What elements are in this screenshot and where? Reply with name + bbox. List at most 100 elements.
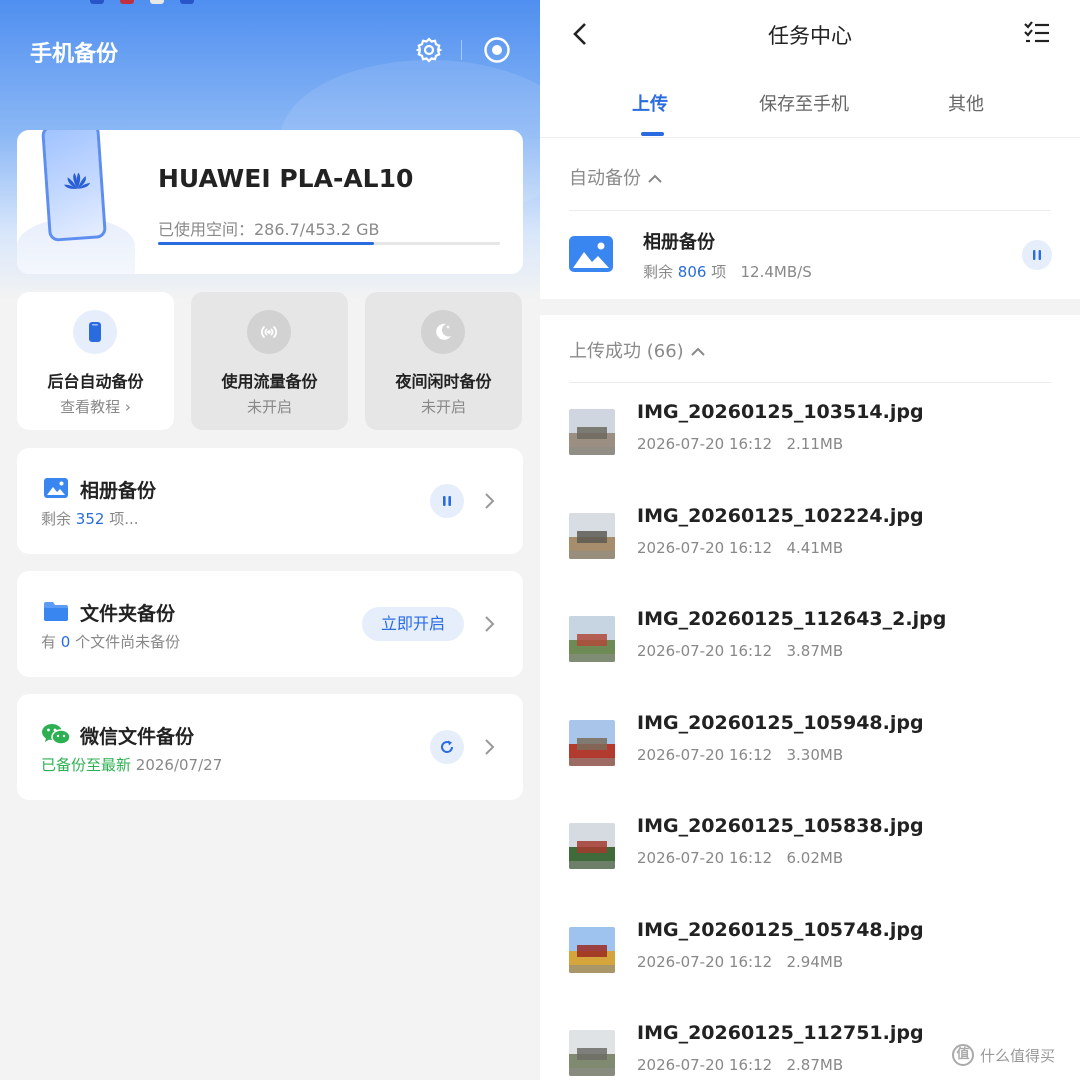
page-title: 任务中心 [768, 24, 852, 48]
file-row[interactable]: IMG_20260125_105948.jpg 2026-07-20 16:12 … [540, 694, 1080, 797]
file-meta: 2026-07-20 16:12 2.87MB [637, 1056, 843, 1074]
file-time: 2026-07-20 16:12 [637, 538, 773, 557]
upload-speed: 12.4MB/S [740, 263, 812, 281]
watermark-text: 什么值得买 [980, 1046, 1056, 1065]
file-time: 2026-07-20 16:12 [637, 952, 773, 971]
file-name: IMG_20260125_105748.jpg [637, 918, 924, 941]
file-meta: 2026-07-20 16:12 3.87MB [637, 642, 843, 660]
feature-label: 使用流量备份 [221, 372, 318, 391]
backup-date: 2026/07/27 [131, 756, 223, 774]
phone-illustration [41, 130, 107, 242]
chevron-right-icon[interactable] [483, 615, 495, 633]
file-row[interactable]: IMG_20260125_103514.jpg 2026-07-20 16:12 … [540, 383, 1080, 486]
album-backup-row[interactable]: 相册备份 剩余 352 项... [17, 448, 523, 554]
section-gap [540, 299, 1080, 315]
feature-status: 未开启 [246, 398, 292, 416]
backup-status: 已备份至最新 [41, 756, 132, 774]
album-remaining: 剩余 352 项... [41, 510, 139, 528]
header-divider [461, 40, 462, 60]
feature-data-backup[interactable]: 使用流量备份 未开启 [191, 292, 348, 430]
auto-backup-section-header[interactable]: 自动备份 [569, 164, 663, 190]
file-meta: 2026-07-20 16:12 3.30MB [637, 746, 843, 764]
wechat-icon [42, 724, 71, 745]
phone-icon [73, 310, 117, 354]
view-tutorial-link[interactable]: 查看教程 › [17, 396, 174, 417]
file-row[interactable]: IMG_20260125_102224.jpg 2026-07-20 16:12 … [540, 487, 1080, 590]
feature-label: 后台自动备份 [47, 372, 144, 391]
photo-thumbnail[interactable] [569, 409, 615, 455]
chevron-right-icon[interactable] [483, 738, 495, 756]
album-task-progress: 剩余 806 项 12.4MB/S [643, 263, 812, 281]
pause-button[interactable] [1022, 240, 1052, 270]
page-title: 手机备份 [30, 42, 119, 67]
photo-thumbnail[interactable] [569, 719, 615, 766]
folder-backup-row[interactable]: 文件夹备份 有 0 个文件尚未备份 立即开启 [17, 571, 523, 677]
file-meta: 2026-07-20 16:12 2.94MB [637, 953, 843, 971]
feature-night-backup[interactable]: 夜间闲时备份 未开启 [365, 292, 522, 430]
file-time: 2026-07-20 16:12 [637, 745, 773, 764]
file-size: 6.02MB [786, 849, 844, 867]
target-icon[interactable] [483, 36, 511, 64]
gear-icon[interactable] [415, 36, 443, 64]
file-name: IMG_20260125_103514.jpg [637, 401, 924, 423]
tab-upload[interactable]: 上传 [632, 90, 668, 116]
album-backup-title: 相册备份 [80, 480, 157, 502]
feature-label: 夜间闲时备份 [395, 372, 492, 391]
folder-pending: 有 0 个文件尚未备份 [41, 633, 181, 651]
tab-save-to-phone[interactable]: 保存至手机 [759, 90, 849, 116]
status-bar [90, 0, 194, 6]
refresh-icon [441, 740, 454, 753]
file-size: 3.30MB [786, 745, 844, 764]
file-meta: 2026-07-20 16:12 4.41MB [637, 539, 843, 557]
file-row[interactable]: IMG_20260125_112643_2.jpg 2026-07-20 16:1… [540, 590, 1080, 693]
file-size: 2.11MB [786, 435, 844, 453]
file-meta: 2026-07-20 16:12 2.11MB [637, 435, 843, 453]
chevron-right-icon[interactable] [483, 492, 495, 510]
file-size: 2.94MB [786, 952, 844, 971]
list-menu-icon[interactable] [1024, 20, 1050, 46]
device-card[interactable]: HUAWEI PLA-AL10 已使用空间：286.7/453.2 GB [17, 130, 523, 274]
watermark-logo-icon: 值 [952, 1044, 974, 1066]
watermark: 值 什么值得买 [952, 1044, 1055, 1066]
device-name: HUAWEI PLA-AL10 [158, 164, 414, 193]
image-icon [44, 478, 68, 498]
enable-now-button[interactable]: 立即开启 [362, 607, 464, 641]
file-size: 4.41MB [786, 538, 844, 557]
pending-count: 0 [60, 633, 71, 651]
chevron-up-icon [648, 174, 662, 183]
file-name: IMG_20260125_102224.jpg [637, 504, 924, 527]
photo-thumbnail[interactable] [569, 1030, 615, 1076]
photo-thumbnail[interactable] [569, 616, 615, 662]
pause-button[interactable] [430, 484, 464, 518]
remaining-count: 806 [677, 263, 707, 281]
huawei-logo-icon [64, 172, 91, 189]
photo-thumbnail[interactable] [569, 512, 615, 559]
divider [569, 210, 1051, 211]
wechat-backup-status: 已备份至最新 2026/07/27 [41, 754, 222, 775]
wechat-backup-row[interactable]: 微信文件备份 已备份至最新 2026/07/27 [17, 694, 523, 800]
chevron-up-icon [690, 347, 705, 356]
album-task-title: 相册备份 [643, 232, 715, 253]
file-size: 3.87MB [786, 642, 844, 660]
moon-icon [421, 310, 465, 354]
tab-other[interactable]: 其他 [948, 90, 984, 116]
file-time: 2026-07-20 16:12 [637, 435, 773, 453]
file-time: 2026-07-20 16:12 [637, 849, 773, 867]
file-row[interactable]: IMG_20260125_105748.jpg 2026-07-20 16:12 … [540, 901, 1080, 1004]
storage-label: 已使用空间：286.7/453.2 GB [158, 220, 380, 239]
upload-success-section-header[interactable]: 上传成功 (66) [569, 337, 706, 363]
feature-status: 未开启 [420, 398, 466, 416]
file-size: 2.87MB [786, 1056, 844, 1074]
feature-background-backup[interactable]: 后台自动备份 查看教程 › [17, 292, 174, 430]
file-time: 2026-07-20 16:12 [637, 642, 773, 660]
file-time: 2026-07-20 16:12 [637, 1056, 773, 1074]
photo-thumbnail[interactable] [569, 926, 615, 973]
refresh-button[interactable] [430, 730, 464, 764]
photo-thumbnail[interactable] [569, 823, 615, 869]
file-name: IMG_20260125_105838.jpg [637, 815, 924, 837]
remaining-count: 352 [75, 510, 105, 528]
file-row[interactable]: IMG_20260125_105838.jpg 2026-07-20 16:12 … [540, 797, 1080, 900]
phone-backup-panel: 手机备份 HUAWEI PLA-AL10 已使用空间：286.7/453.2 G… [0, 0, 540, 1080]
file-row[interactable]: IMG_20260125_112751.jpg 2026-07-20 16:12 … [540, 1004, 1080, 1080]
wechat-backup-title: 微信文件备份 [80, 726, 195, 748]
